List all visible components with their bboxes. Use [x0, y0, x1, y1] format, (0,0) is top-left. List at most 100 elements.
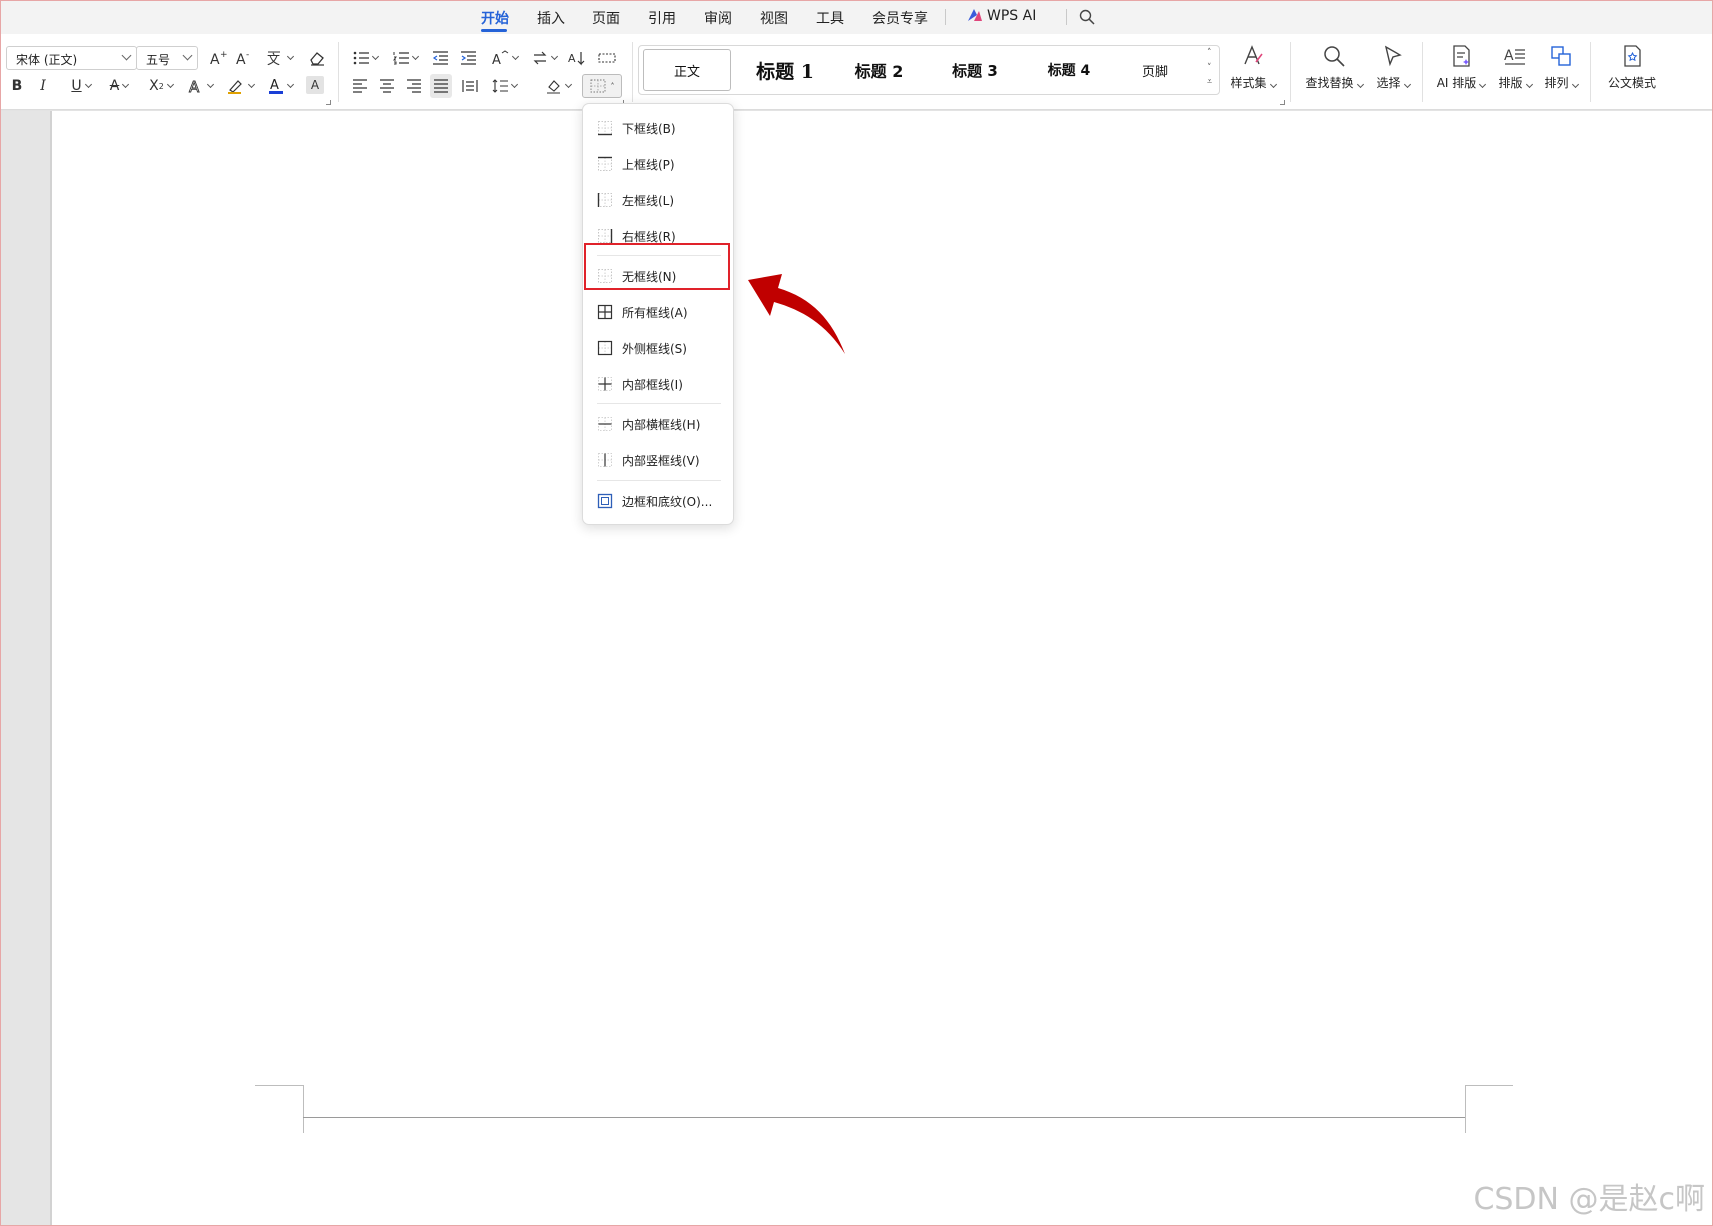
chevron-down-icon: [206, 80, 214, 88]
menu-item-outside-borders[interactable]: 外侧框线(S): [595, 334, 723, 362]
tab-tools[interactable]: 工具: [816, 8, 844, 28]
line-spacing-icon[interactable]: [488, 74, 520, 98]
style-set-button[interactable]: 样式集: [1220, 42, 1286, 98]
borders-menu: 下框线(B) 上框线(P) 左框线(L) 右框线(R) 无框线(N) 所有框线(…: [582, 103, 734, 525]
top-border-icon: [598, 156, 612, 171]
arrange-icon: [1551, 46, 1571, 66]
style-footer[interactable]: 页脚: [1109, 46, 1201, 94]
underline-icon[interactable]: U: [66, 74, 96, 98]
menu-item-label: 内部框线(I): [622, 377, 683, 392]
chevron-down-icon: [286, 80, 294, 88]
style-heading-3[interactable]: 标题 3: [929, 46, 1021, 94]
style-heading-1[interactable]: 标题 1: [739, 46, 831, 94]
superscript-icon[interactable]: X2: [144, 74, 178, 98]
borders-and-shading-icon: [597, 493, 613, 509]
tab-home[interactable]: 开始: [481, 8, 509, 28]
font-name-value: 宋体 (正文): [16, 53, 78, 67]
ribbon-divider: [1422, 42, 1423, 102]
style-normal[interactable]: 正文: [643, 49, 731, 91]
style-dialog-launcher[interactable]: [1280, 100, 1285, 105]
menu-item-top-border[interactable]: 上框线(P): [595, 150, 723, 178]
decrease-indent-icon[interactable]: [430, 46, 450, 70]
align-left-icon[interactable]: [350, 74, 370, 98]
svg-text:A: A: [189, 78, 200, 94]
tab-member[interactable]: 会员专享: [872, 8, 928, 28]
svg-text:A: A: [270, 78, 279, 93]
chevron-down-icon[interactable]: ˅: [1207, 63, 1212, 73]
tab-review[interactable]: 审阅: [704, 8, 732, 28]
borders-dropdown-button[interactable]: ˄: [582, 74, 622, 98]
menu-item-borders-and-shading[interactable]: 边框和底纹(O)...: [595, 487, 723, 515]
inside-vertical-border-icon: [598, 453, 612, 467]
menu-separator: [597, 403, 721, 404]
justify-icon[interactable]: [430, 74, 452, 98]
menu-item-label: 左框线(L): [622, 193, 675, 208]
style-set-label: 样式集: [1230, 76, 1267, 90]
tab-page[interactable]: 页面: [592, 8, 620, 28]
chevron-up-icon: ˄: [610, 81, 615, 91]
tab-references[interactable]: 引用: [648, 8, 676, 28]
strikethrough-icon[interactable]: A: [104, 74, 134, 98]
search-icon[interactable]: [1076, 5, 1098, 29]
menu-item-left-border[interactable]: 左框线(L): [595, 186, 723, 214]
font-size-select[interactable]: 五号: [136, 46, 198, 70]
official-format-button[interactable]: 公文模式: [1596, 42, 1668, 98]
bullets-icon[interactable]: [350, 46, 380, 70]
tab-view[interactable]: 视图: [760, 8, 788, 28]
shading-icon[interactable]: [542, 74, 574, 98]
arrange-label: 排列: [1544, 76, 1569, 90]
menu-item-label: 边框和底纹(O)...: [622, 494, 713, 509]
increase-indent-icon[interactable]: [458, 46, 478, 70]
style-heading-2[interactable]: 标题 2: [833, 46, 925, 94]
official-format-label: 公文模式: [1607, 76, 1656, 90]
distribute-icon[interactable]: [460, 74, 480, 98]
menu-item-all-borders[interactable]: 所有框线(A): [595, 298, 723, 326]
chevron-up-icon[interactable]: ˄: [1207, 48, 1212, 58]
layout-icon: A: [1504, 48, 1525, 65]
footer-border-line[interactable]: [303, 1117, 1465, 1118]
clear-format-icon[interactable]: [306, 46, 328, 70]
chevron-down-icon: [511, 52, 519, 60]
chinese-layout-icon[interactable]: A: [488, 46, 520, 70]
text-direction-icon[interactable]: [528, 46, 560, 70]
tab-insert[interactable]: 插入: [537, 8, 565, 28]
align-right-icon[interactable]: [404, 74, 424, 98]
select-button[interactable]: 选择: [1360, 42, 1426, 98]
menu-item-inside-borders[interactable]: 内部框线(I): [595, 370, 723, 398]
style-heading-4[interactable]: 标题 4: [1023, 46, 1115, 94]
font-name-select[interactable]: 宋体 (正文): [6, 46, 137, 70]
tab-wps-ai[interactable]: WPS AI: [967, 8, 1036, 24]
style-gallery-scroll[interactable]: ˄ ˅ ⩡: [1203, 46, 1219, 94]
ribbon-divider: [338, 42, 339, 102]
sort-icon[interactable]: A: [566, 46, 588, 70]
numbering-icon[interactable]: [390, 46, 420, 70]
show-marks-icon[interactable]: [596, 46, 618, 70]
text-effect-icon[interactable]: A: [184, 74, 216, 98]
arrange-button[interactable]: 排列: [1528, 42, 1594, 98]
menu-item-inside-horizontal[interactable]: 内部横框线(H): [595, 410, 723, 438]
outside-borders-icon: [597, 340, 613, 356]
bold-icon[interactable]: B: [8, 74, 26, 98]
font-size-value: 五号: [146, 53, 171, 67]
italic-icon[interactable]: I: [34, 74, 52, 98]
font-color-icon[interactable]: A: [264, 74, 296, 98]
shrink-font-icon[interactable]: A-: [234, 46, 254, 70]
expand-gallery-icon[interactable]: ⩡: [1207, 77, 1212, 87]
document-page[interactable]: [52, 111, 1713, 1226]
align-center-icon[interactable]: [377, 74, 397, 98]
menu-item-label: 外侧框线(S): [622, 341, 687, 356]
char-shading-icon[interactable]: A: [306, 76, 324, 94]
svg-text:A: A: [492, 53, 501, 66]
font-dialog-launcher[interactable]: [326, 100, 331, 105]
grow-font-icon[interactable]: A +: [208, 46, 228, 70]
watermark: CSDN @是赵c啊: [1473, 1182, 1705, 1217]
menu-item-label: 右框线(R): [622, 229, 676, 244]
svg-text:A: A: [236, 52, 246, 66]
phonetic-guide-icon[interactable]: 文: [262, 46, 296, 70]
chevron-down-icon: [286, 52, 294, 60]
menu-item-bottom-border[interactable]: 下框线(B): [595, 114, 723, 142]
menu-item-inside-vertical[interactable]: 内部竖框线(V): [595, 446, 723, 474]
crop-mark: [1465, 1085, 1466, 1133]
active-tab-indicator: [481, 29, 507, 32]
highlight-color-icon[interactable]: [224, 74, 256, 98]
